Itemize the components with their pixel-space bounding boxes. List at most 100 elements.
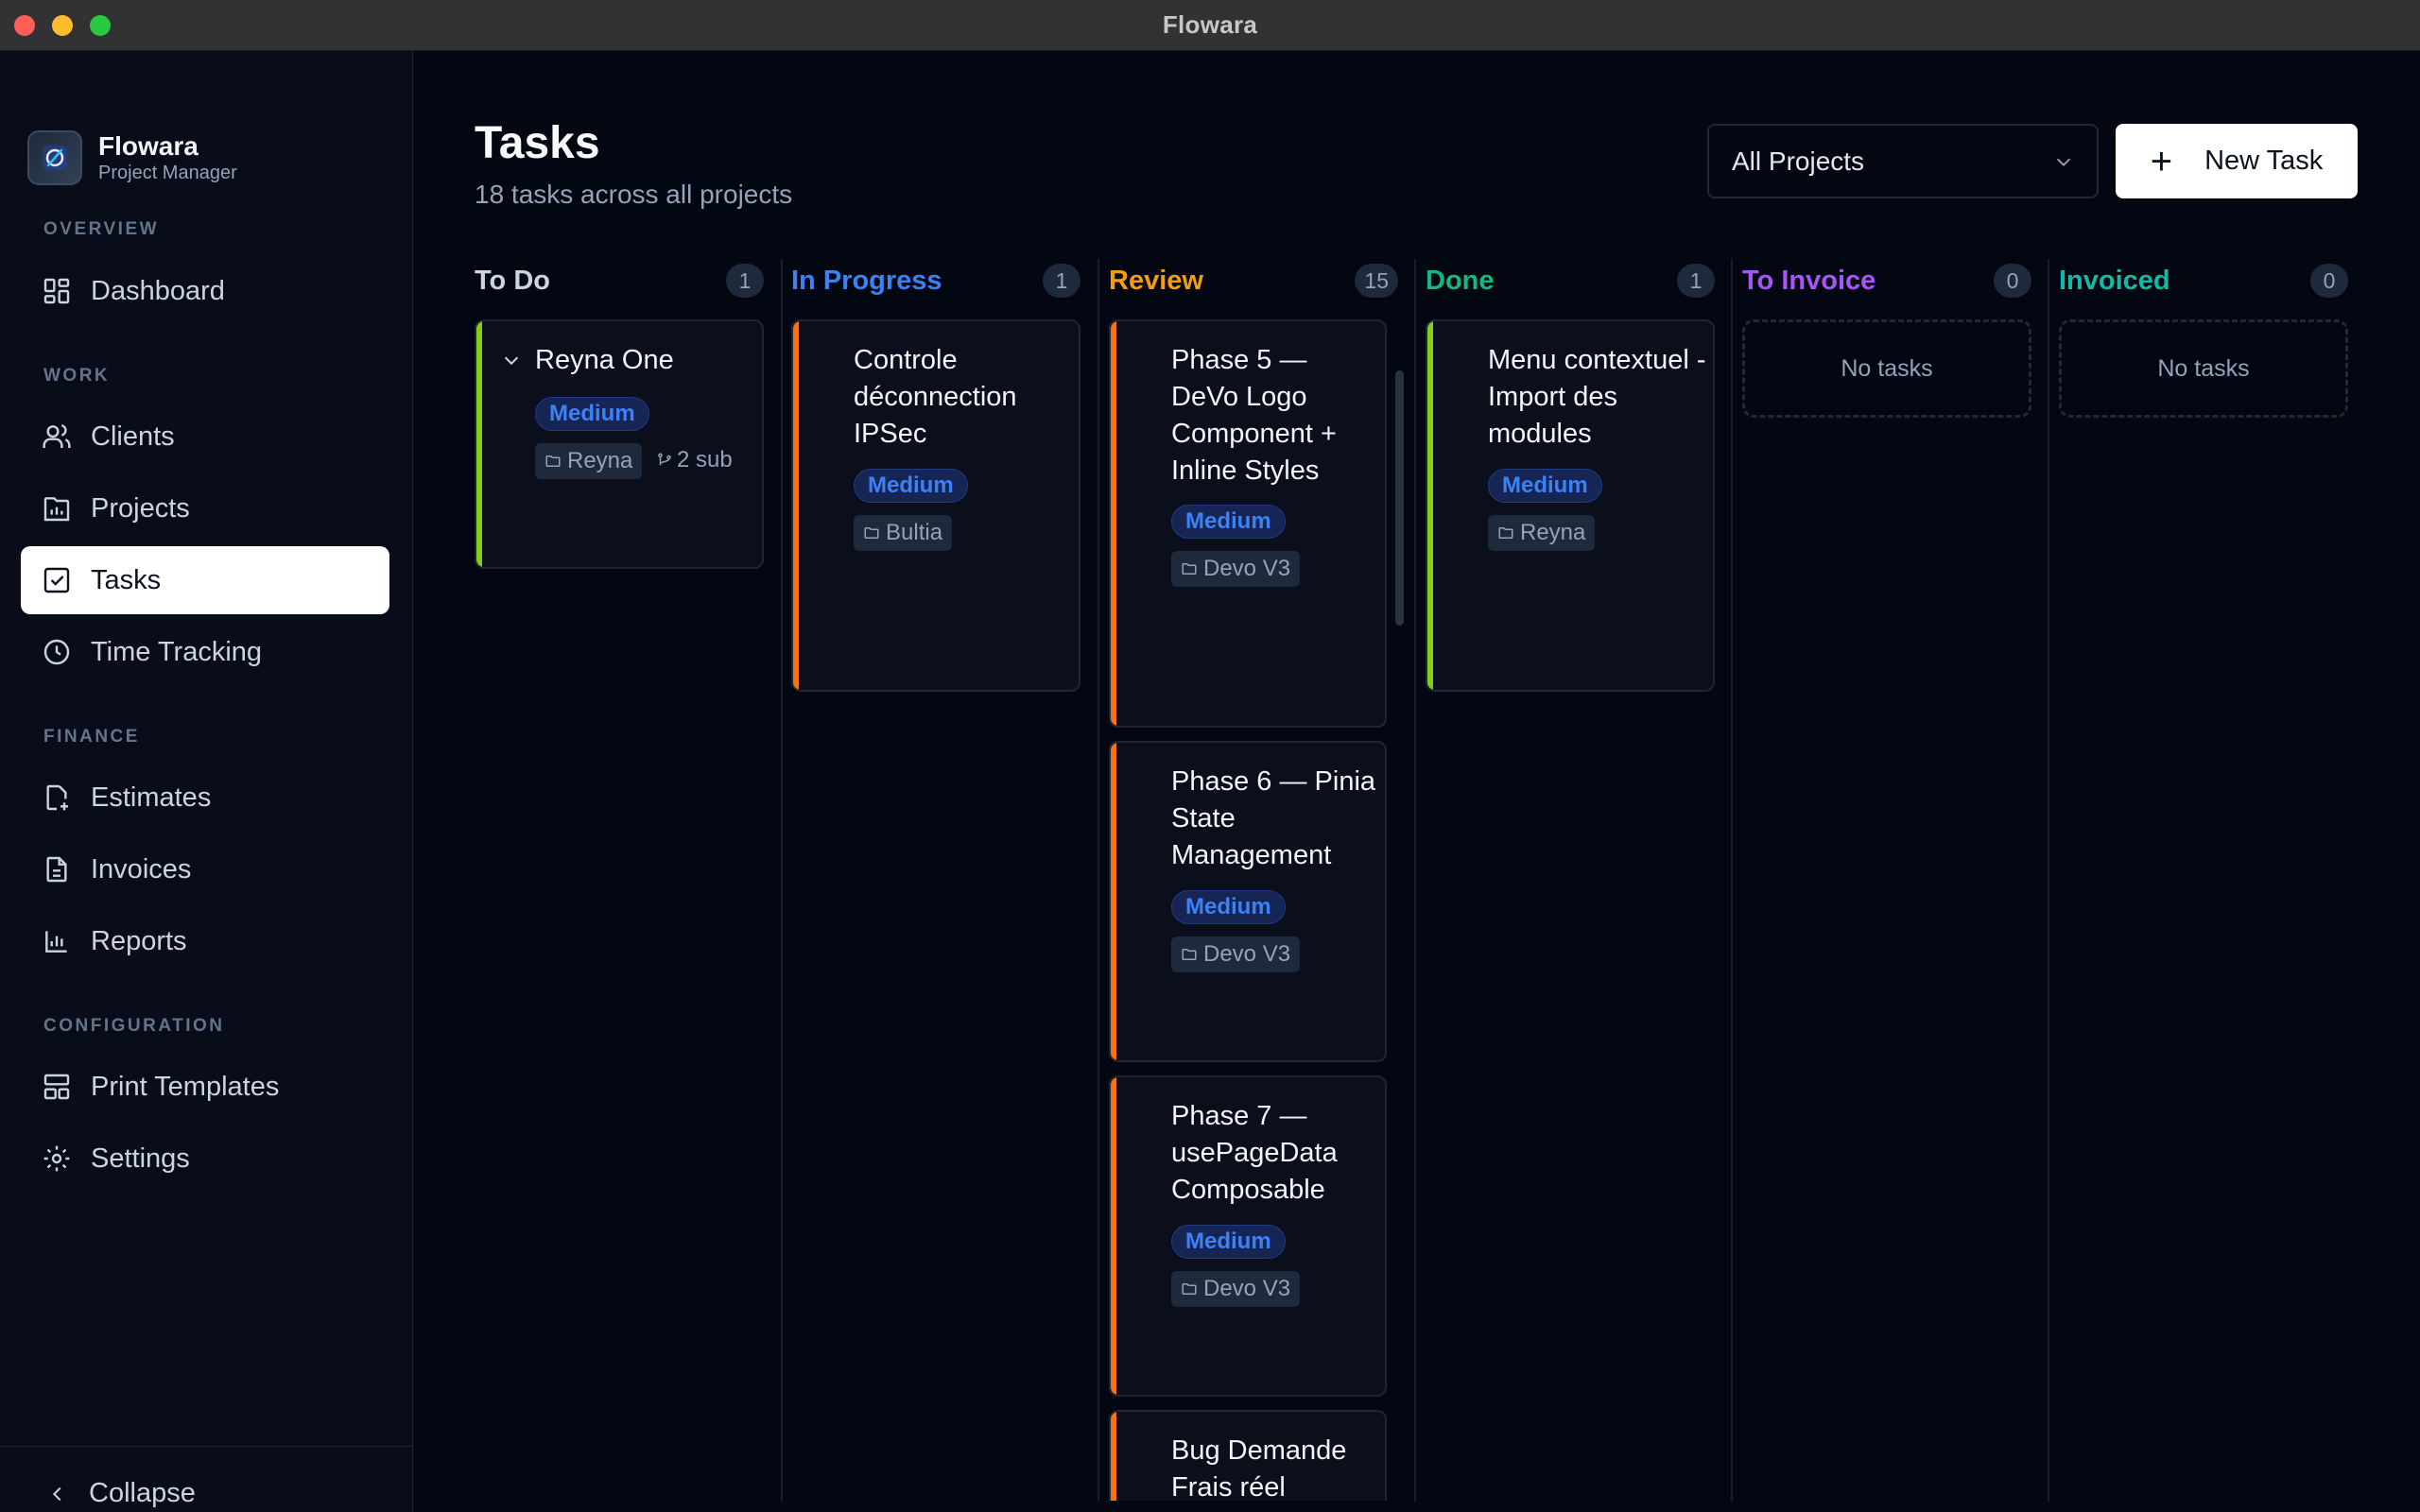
folder-icon — [1498, 527, 1513, 539]
column-count-badge: 0 — [1994, 264, 2031, 298]
section-configuration: CONFIGURATION — [43, 1016, 225, 1036]
chevron-left-icon — [52, 1486, 61, 1501]
sidebar-item-label: Time Tracking — [91, 636, 263, 667]
sidebar-item-dashboard[interactable]: Dashboard — [21, 257, 389, 325]
task-card[interactable]: Bug Demande Frais réel — [1109, 1410, 1387, 1501]
priority-badge: Medium — [1171, 505, 1286, 539]
sidebar-item-label: Estimates — [91, 782, 212, 813]
column-title: Done — [1426, 265, 1495, 296]
divider — [0, 1446, 413, 1447]
sidebar-item-clients[interactable]: Clients — [21, 403, 389, 471]
sidebar-item-label: Settings — [91, 1143, 190, 1174]
column-divider — [1414, 259, 1416, 1502]
minimize-window-button[interactable] — [52, 15, 73, 36]
priority-badge: Medium — [1488, 469, 1602, 503]
column-count-badge: 1 — [1677, 264, 1715, 298]
sidebar-item-invoices[interactable]: Invoices — [21, 835, 389, 903]
task-title: Bug Demande Frais réel — [1171, 1435, 1347, 1501]
folder-icon — [1182, 563, 1197, 575]
folder-icon — [545, 455, 561, 467]
users-icon — [43, 423, 71, 448]
status-accent — [793, 321, 799, 690]
task-card[interactable]: Menu contextuel - Import des modules Med… — [1426, 319, 1715, 692]
brand-name: Flowara — [98, 131, 199, 161]
tasks-icon — [43, 567, 70, 593]
task-title: Phase 5 — DeVo Logo Component + Inline S… — [1171, 345, 1337, 486]
sidebar-item-projects[interactable]: Projects — [21, 474, 389, 542]
task-title: Reyna One — [535, 345, 674, 375]
collapse-button[interactable]: Collapse — [47, 1478, 196, 1509]
close-window-button[interactable] — [14, 15, 35, 36]
folder-icon — [864, 527, 879, 539]
task-card[interactable]: Phase 7 — usePageData Composable Medium … — [1109, 1075, 1387, 1397]
dashboard-icon — [43, 278, 70, 304]
section-work: WORK — [43, 366, 111, 386]
empty-column-placeholder: No tasks — [2059, 319, 2348, 418]
column-divider — [781, 259, 783, 1502]
column-count-badge: 15 — [1355, 264, 1398, 298]
sidebar-item-label: Print Templates — [91, 1071, 280, 1102]
sidebar-item-settings[interactable]: Settings — [21, 1125, 389, 1193]
column-title: Invoiced — [2059, 265, 2170, 296]
task-card[interactable]: Controle déconnection IPSec Medium Bulti… — [791, 319, 1080, 692]
column-count-badge: 1 — [726, 264, 764, 298]
project-name: Devo V3 — [1203, 941, 1291, 967]
new-task-button[interactable]: + New Task — [2116, 124, 2358, 198]
column-title: In Progress — [791, 265, 942, 296]
empty-column-placeholder: No tasks — [1742, 319, 2031, 418]
project-name: Reyna — [1520, 520, 1586, 545]
column-count-badge: 1 — [1043, 264, 1080, 298]
column-divider — [1098, 259, 1099, 1502]
sidebar-item-label: Clients — [91, 421, 175, 452]
sidebar-item-label: Projects — [91, 492, 190, 524]
sidebar-item-print-templates[interactable]: Print Templates — [21, 1053, 389, 1121]
project-filter-select[interactable]: All Projects — [1707, 124, 2099, 198]
project-name: Devo V3 — [1203, 1276, 1291, 1301]
column-header-review: Review 15 — [1109, 262, 1398, 300]
status-accent — [1427, 321, 1433, 690]
status-accent — [1111, 1077, 1116, 1395]
chevron-down-icon — [2056, 158, 2071, 166]
invoice-icon — [46, 856, 67, 883]
window-title: Flowara — [1162, 10, 1258, 39]
task-card[interactable]: Reyna One Medium Reyna 2 sub — [475, 319, 764, 569]
sidebar-item-tasks[interactable]: Tasks — [21, 546, 389, 614]
sidebar-item-estimates[interactable]: Estimates — [21, 764, 389, 832]
column-scrollbar[interactable] — [1395, 370, 1404, 626]
project-name: Devo V3 — [1203, 556, 1291, 581]
estimate-icon — [46, 784, 68, 811]
plus-icon: + — [2150, 140, 2173, 182]
sidebar-item-reports[interactable]: Reports — [21, 907, 389, 975]
new-task-label: New Task — [2204, 146, 2324, 176]
subtask-count: 2 sub — [656, 447, 733, 473]
column-title: To Do — [475, 265, 550, 296]
column-title: To Invoice — [1742, 265, 1876, 296]
sidebar-item-label: Dashboard — [91, 275, 225, 306]
task-card[interactable]: Phase 5 — DeVo Logo Component + Inline S… — [1109, 319, 1387, 728]
git-branch-icon — [658, 453, 671, 466]
gear-icon — [43, 1145, 70, 1172]
project-tag: Devo V3 — [1171, 551, 1301, 587]
project-name: Reyna — [567, 448, 633, 473]
project-tag: Devo V3 — [1171, 1271, 1301, 1307]
column-header-in-progress: In Progress 1 — [791, 262, 1080, 300]
brand-subtitle: Project Manager — [98, 163, 237, 183]
page-title: Tasks — [475, 118, 600, 168]
priority-badge: Medium — [1171, 890, 1286, 924]
task-title: Menu contextuel - Import des modules — [1488, 345, 1706, 449]
section-finance: FINANCE — [43, 727, 140, 747]
project-tag: Reyna — [1488, 515, 1596, 551]
projects-icon — [43, 497, 70, 522]
sidebar-item-label: Tasks — [91, 564, 162, 595]
folder-icon — [1182, 949, 1197, 960]
template-icon — [43, 1074, 70, 1100]
column-header-done: Done 1 — [1426, 262, 1715, 300]
sidebar-item-label: Invoices — [91, 853, 192, 885]
project-name: Bultia — [886, 520, 943, 545]
column-header-todo: To Do 1 — [475, 262, 764, 300]
zoom-window-button[interactable] — [90, 15, 111, 36]
task-card[interactable]: Phase 6 — Pinia State Management Medium … — [1109, 741, 1387, 1062]
chevron-down-icon[interactable] — [501, 350, 522, 370]
sidebar-item-time-tracking[interactable]: Time Tracking — [21, 618, 389, 686]
column-count-badge: 0 — [2310, 264, 2348, 298]
